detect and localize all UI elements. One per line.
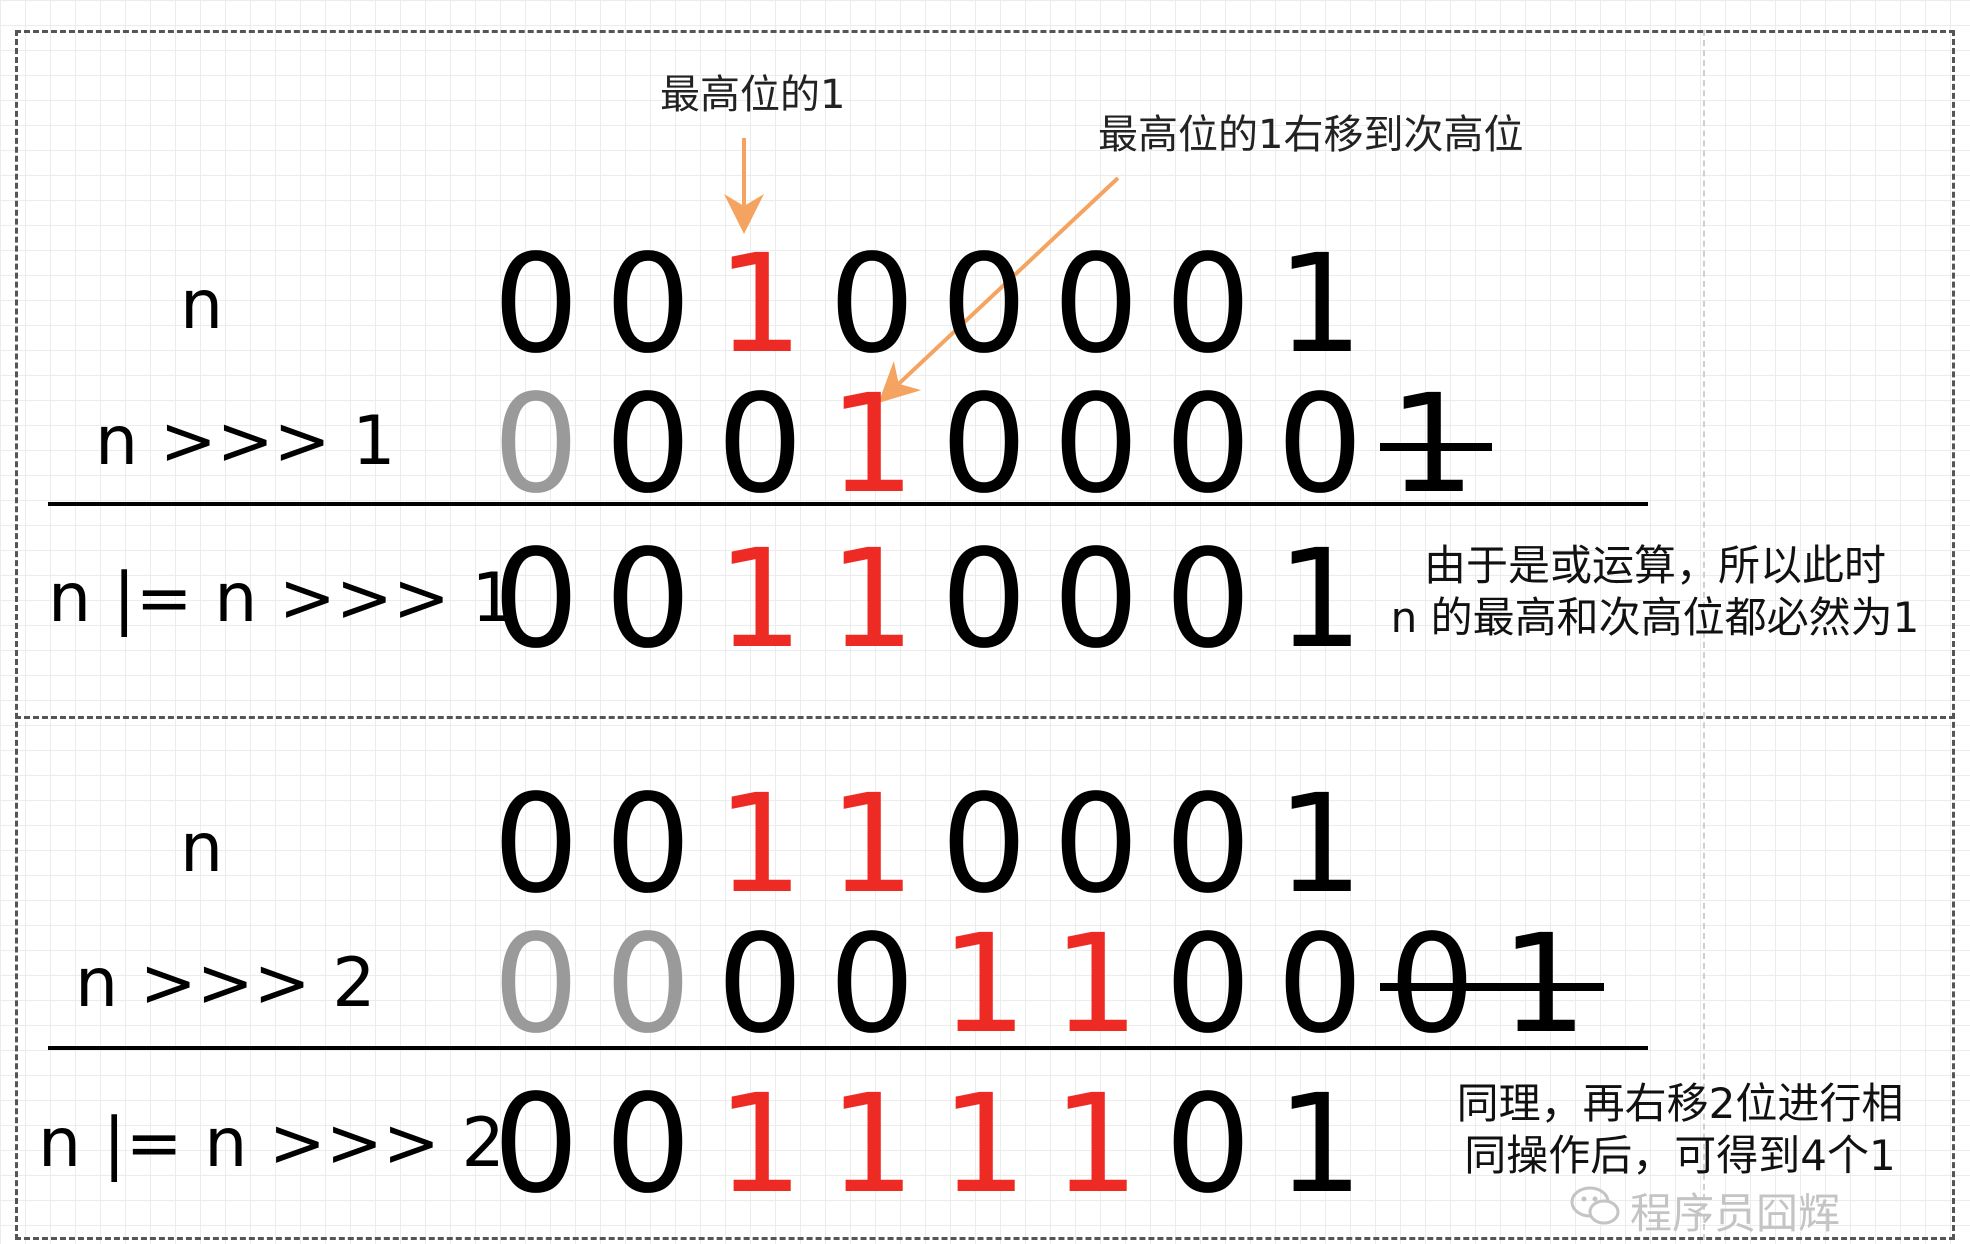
- row-label-or-1: n |= n >>> 1: [48, 559, 515, 638]
- bit-digit: 0: [940, 226, 1028, 384]
- sum-rule-1: [48, 502, 1648, 506]
- bit-digit: 0: [940, 366, 1028, 524]
- bit-digit: 1: [1276, 766, 1364, 924]
- bit-digit: 0: [1164, 521, 1252, 679]
- bit-digit: 1: [940, 906, 1028, 1064]
- bit-digit: 0: [1052, 521, 1140, 679]
- bit-digit: 1: [716, 766, 804, 924]
- bit-digit: 0: [604, 366, 692, 524]
- bit-digit: 1: [828, 521, 916, 679]
- row-label-or-2: n |= n >>> 2: [38, 1104, 505, 1183]
- bit-digit: 0: [604, 521, 692, 679]
- bit-digit: 0: [492, 766, 580, 924]
- bit-digit: 0: [604, 766, 692, 924]
- row-label-n-1: n: [180, 266, 224, 345]
- bit-digit: 0: [716, 906, 804, 1064]
- note-same-line1: 同理，再右移2位进行相: [1456, 1079, 1904, 1128]
- bit-digit: 0: [828, 906, 916, 1064]
- bit-digit: 0: [1164, 366, 1252, 524]
- wechat-icon: [1570, 1184, 1622, 1238]
- bit-digit: 0: [492, 521, 580, 679]
- bit-digit: 0: [604, 906, 692, 1064]
- bit-digit: 0: [1052, 766, 1140, 924]
- bit-digit: 0: [1052, 226, 1140, 384]
- bit-digit: 0: [940, 521, 1028, 679]
- bit-digit: 1: [1276, 521, 1364, 679]
- bit-digit: 1: [1276, 226, 1364, 384]
- bit-digit: 1: [1276, 1066, 1364, 1224]
- note-or-line1: 由于是或运算，所以此时: [1423, 541, 1886, 590]
- bit-digit: 0: [604, 1066, 692, 1224]
- bit-digit: 1: [940, 1066, 1028, 1224]
- bit-digit: 0: [492, 366, 580, 524]
- bit-digit: 1: [828, 1066, 916, 1224]
- sum-rule-2: [48, 1046, 1648, 1050]
- bit-digit: 0: [1164, 906, 1252, 1064]
- row-label-n-2: n: [180, 809, 224, 888]
- bit-digit: 1: [1052, 906, 1140, 1064]
- bit-digit: 0: [716, 366, 804, 524]
- bit-digit: 0: [492, 906, 580, 1064]
- bit-digit: 1: [716, 521, 804, 679]
- bit-digit: 0: [940, 766, 1028, 924]
- watermark-text: 程序员囧辉: [1630, 1189, 1841, 1238]
- bit-digit: 0: [1164, 766, 1252, 924]
- note-or-line2: n 的最高和次高位都必然为1: [1390, 593, 1920, 642]
- watermark: 程序员囧辉: [1570, 1180, 1840, 1241]
- bit-digit: 0: [1052, 366, 1140, 524]
- note-or-explanation: 由于是或运算，所以此时 n 的最高和次高位都必然为1: [1375, 540, 1935, 644]
- bit-digit: 0: [492, 226, 580, 384]
- bit-digit: 0: [1164, 1066, 1252, 1224]
- bit-digit: 1: [1052, 1066, 1140, 1224]
- bit-digit: 0: [1164, 226, 1252, 384]
- bit-digit: 0: [1276, 906, 1364, 1064]
- bit-digit: 0: [828, 226, 916, 384]
- note-same-explanation: 同理，再右移2位进行相 同操作后，可得到4个1: [1420, 1078, 1940, 1182]
- bit-digit: 1: [828, 366, 916, 524]
- bit-digit: 0: [604, 226, 692, 384]
- overflow-strike: [1380, 443, 1492, 451]
- bit-digit: 0: [492, 1066, 580, 1224]
- bit-digit: 1: [716, 1066, 804, 1224]
- bit-digit: 1: [828, 766, 916, 924]
- overflow-strike: [1380, 983, 1604, 991]
- note-same-line2: 同操作后，可得到4个1: [1464, 1131, 1896, 1180]
- row-label-shift-1: n >>> 1: [95, 402, 396, 481]
- bit-digit: 1: [716, 226, 804, 384]
- row-label-shift-2: n >>> 2: [75, 944, 376, 1023]
- bit-digit: 0: [1276, 366, 1364, 524]
